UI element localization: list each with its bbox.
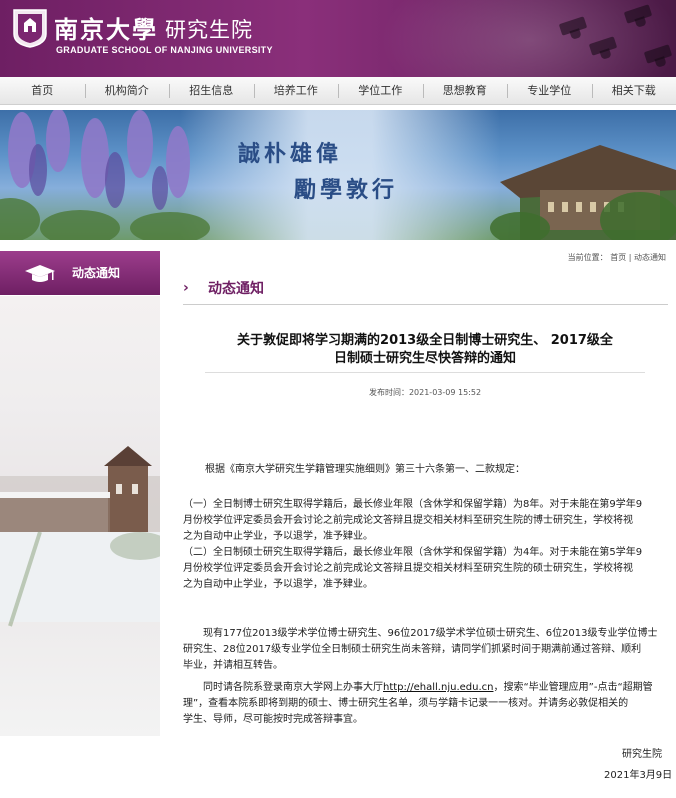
paragraph-line: 之为自动中止学业，予以退学，准予肄业。: [183, 579, 373, 590]
paragraph-line: 毕业，并请相互转告。: [183, 660, 283, 671]
nav-item-ideology[interactable]: 思想教育: [422, 77, 508, 105]
ehall-link[interactable]: http://ehall.nju.edu.cn: [383, 682, 493, 693]
sidebar-header: 动态通知: [0, 251, 160, 295]
nav-item-admission[interactable]: 招生信息: [169, 77, 254, 105]
main-nav: 首页 机构简介 招生信息 培养工作 学位工作 思想教育 专业学位 相关下载: [0, 77, 676, 105]
nav-item-degree[interactable]: 学位工作: [338, 77, 423, 105]
paragraph-line: 学生、导师，尽可能按时完成答辩事宜。: [183, 714, 363, 725]
section-title: 动态通知: [208, 281, 264, 297]
nav-item-professional[interactable]: 专业学位: [507, 77, 592, 105]
article-paragraph-3: （二）全日制硕士研究生取得学籍后，最长修业年限（含休学和保留学籍）为4年。对于未…: [183, 545, 642, 593]
article-paragraph-1: 根据《南京大学研究生学籍管理实施细则》第三十六条第一、二款规定：: [205, 464, 525, 475]
nav-item-home[interactable]: 首页: [0, 77, 85, 105]
nav-item-downloads[interactable]: 相关下载: [591, 77, 676, 105]
sidebar-panel: [0, 296, 160, 736]
divider: [205, 372, 645, 373]
breadcrumb-current[interactable]: 动态通知: [634, 253, 666, 262]
sidebar-campus-image: [0, 446, 160, 627]
paragraph-line: （一）全日制博士研究生取得学籍后，最长修业年限（含休学和保留学籍）为8年。对于未…: [183, 499, 643, 510]
breadcrumb-separator: |: [628, 253, 632, 262]
paragraph-line: 理”，查看本院系即将到期的硕士、博士研究生名单，须与学籍卡记录一一核对。并请务必…: [183, 698, 629, 709]
article-paragraph-4: 现有177位2013级学术学位博士研究生、96位2017级学术学位硕士研究生、6…: [183, 626, 658, 674]
banner-slogan-2: 勵學敦行: [294, 177, 399, 203]
school-name-cn-2: 研究生院: [165, 18, 253, 42]
article-title-line-1: 关于敦促即将学习期满的2013级全日制博士研究生、 2017级全: [237, 333, 613, 348]
nav-item-training[interactable]: 培养工作: [253, 77, 339, 105]
article-title: 关于敦促即将学习期满的2013级全日制博士研究生、 2017级全 日制硕士研究生…: [210, 332, 640, 368]
sidebar-title: 动态通知: [72, 266, 121, 280]
chevron-right-icon: ›: [183, 280, 189, 296]
school-name-en: GRADUATE SCHOOL OF NANJING UNIVERSITY: [56, 45, 273, 55]
paragraph-line: 月份校学位评定委员会开会讨论之前完成论文答辩且提交相关材料至研究生院的博士研究生…: [183, 515, 633, 526]
breadcrumb: 当前位置： 首页 | 动态通知: [568, 252, 666, 263]
banner-slogan-1: 誠朴雄偉: [238, 141, 343, 167]
article-paragraph-2: （一）全日制博士研究生取得学籍后，最长修业年限（含休学和保留学籍）为8年。对于未…: [183, 497, 642, 545]
paragraph-line: 月份校学位评定委员会开会讨论之前完成论文答辩且提交相关材料至研究生院的硕士研究生…: [183, 563, 633, 574]
breadcrumb-home[interactable]: 首页: [610, 253, 626, 262]
paragraph-line: 现有177位2013级学术学位博士研究生、96位2017级学术学位硕士研究生、6…: [203, 628, 658, 639]
section-header: › 动态通知: [183, 277, 668, 305]
hero-banner: 誠朴雄偉 勵學敦行: [0, 110, 676, 240]
paragraph-line: （二）全日制硕士研究生取得学籍后，最长修业年限（含休学和保留学籍）为4年。对于未…: [183, 547, 643, 558]
paragraph-text: 同时请各院系登录南京大学网上办事大厅: [203, 682, 383, 693]
paragraph-line: 之为自动中止学业，予以退学，准予肄业。: [183, 531, 373, 542]
article-paragraph-5: 同时请各院系登录南京大学网上办事大厅http://ehall.nju.edu.c…: [183, 680, 653, 728]
nav-item-about[interactable]: 机构简介: [84, 77, 170, 105]
signature: 研究生院: [622, 749, 662, 760]
school-name-cn: 南京大學: [54, 15, 158, 44]
paragraph-line: 研究生、28位2017级专业学位全日制硕士研究生尚未答辩，请同学们抓紧时间于期满…: [183, 644, 642, 655]
breadcrumb-label: 当前位置：: [567, 253, 608, 262]
university-logo-icon[interactable]: [12, 8, 48, 48]
site-header: 南京大學 研究生院 GRADUATE SCHOOL OF NANJING UNI…: [0, 0, 676, 77]
publish-time: 发布时间：2021-03-09 15:52: [368, 388, 482, 397]
paragraph-line: 同时请各院系登录南京大学网上办事大厅http://ehall.nju.edu.c…: [183, 680, 653, 696]
graduation-cap-icon: [25, 265, 55, 282]
signature-date: 2021年3月9日: [604, 770, 673, 781]
article-title-line-2: 日制硕士研究生尽快答辩的通知: [333, 351, 516, 366]
paragraph-text: ，搜索“毕业管理应用”-点击“超期管: [493, 682, 653, 693]
